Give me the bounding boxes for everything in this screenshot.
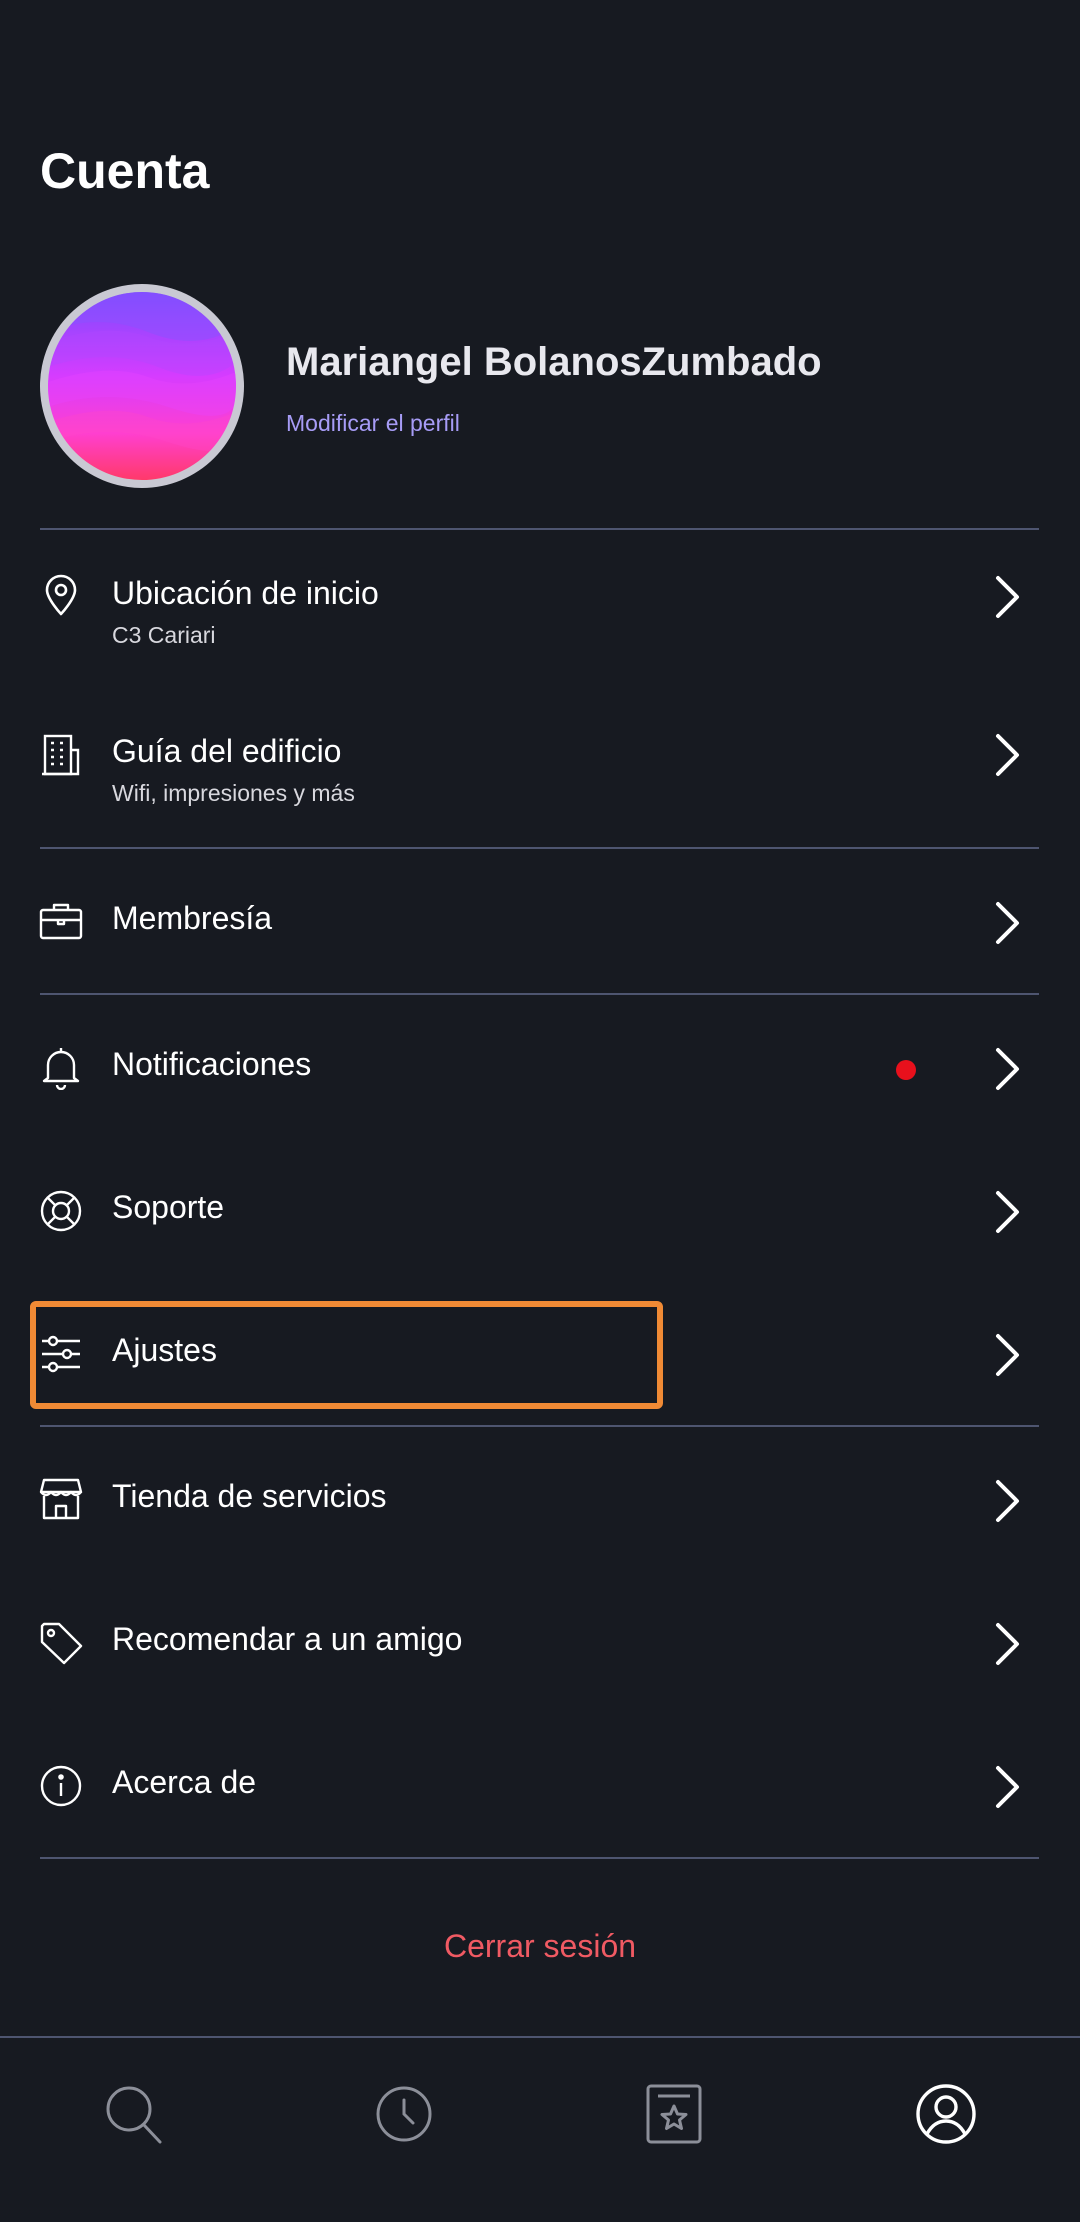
menu-item-label: Recomendar a un amigo bbox=[112, 1621, 463, 1657]
divider bbox=[40, 1425, 1039, 1427]
menu-item-home-location[interactable]: Ubicación de inicio C3 Cariari bbox=[0, 560, 1080, 660]
chevron-right-icon bbox=[988, 1044, 1028, 1094]
info-icon bbox=[38, 1763, 84, 1809]
divider bbox=[40, 847, 1039, 849]
menu-item-label: Membresía bbox=[112, 900, 273, 936]
menu-item-notifications[interactable]: Notificaciones bbox=[0, 1018, 1080, 1118]
chevron-right-icon bbox=[988, 1187, 1028, 1237]
chevron-right-icon bbox=[988, 1762, 1028, 1812]
avatar-image bbox=[48, 292, 236, 480]
menu-item-service-store[interactable]: Tienda de servicios bbox=[0, 1450, 1080, 1550]
menu-item-label: Acerca de bbox=[112, 1764, 257, 1800]
store-icon bbox=[38, 1476, 84, 1522]
profile-name: Mariangel BolanosZumbado bbox=[286, 340, 822, 384]
page-title: Cuenta bbox=[40, 143, 210, 199]
chevron-right-icon bbox=[988, 730, 1028, 780]
menu-item-label: Ajustes bbox=[112, 1332, 217, 1368]
menu-item-label: Notificaciones bbox=[112, 1046, 312, 1082]
divider bbox=[40, 1857, 1039, 1859]
search-icon[interactable] bbox=[102, 2082, 166, 2146]
tag-icon bbox=[38, 1620, 84, 1666]
location-pin-icon bbox=[38, 572, 84, 618]
bottom-nav bbox=[0, 2036, 1080, 2222]
clock-icon[interactable] bbox=[372, 2082, 436, 2146]
edit-profile-link[interactable]: Modificar el perfil bbox=[286, 410, 460, 437]
divider bbox=[40, 993, 1039, 995]
divider bbox=[40, 528, 1039, 530]
menu-item-sublabel: Wifi, impresiones y más bbox=[112, 780, 355, 806]
chevron-right-icon bbox=[988, 898, 1028, 948]
chevron-right-icon bbox=[988, 572, 1028, 622]
account-icon[interactable] bbox=[914, 2082, 978, 2146]
building-icon bbox=[38, 732, 84, 778]
notification-dot bbox=[896, 1060, 916, 1080]
lifebuoy-icon bbox=[38, 1188, 84, 1234]
menu-item-building-guide[interactable]: Guía del edificio Wifi, impresiones y má… bbox=[0, 718, 1080, 818]
menu-item-refer-friend[interactable]: Recomendar a un amigo bbox=[0, 1593, 1080, 1693]
menu-item-sublabel: C3 Cariari bbox=[112, 622, 216, 648]
menu-item-about[interactable]: Acerca de bbox=[0, 1736, 1080, 1836]
sliders-icon bbox=[38, 1331, 84, 1377]
bookmark-star-icon[interactable] bbox=[642, 2082, 706, 2146]
menu-item-support[interactable]: Soporte bbox=[0, 1161, 1080, 1261]
avatar[interactable] bbox=[40, 284, 244, 488]
chevron-right-icon bbox=[988, 1330, 1028, 1380]
menu-item-settings[interactable]: Ajustes bbox=[0, 1304, 1080, 1404]
menu-item-label: Ubicación de inicio bbox=[112, 575, 379, 611]
logout-button[interactable]: Cerrar sesión bbox=[0, 1928, 1080, 1965]
account-screen: Cuenta Mariangel BolanosZumbado Modifica… bbox=[0, 0, 1080, 2222]
briefcase-icon bbox=[38, 898, 84, 944]
menu-item-label: Soporte bbox=[112, 1189, 225, 1225]
menu-item-membership[interactable]: Membresía bbox=[0, 872, 1080, 972]
chevron-right-icon bbox=[988, 1476, 1028, 1526]
chevron-right-icon bbox=[988, 1619, 1028, 1669]
bell-icon bbox=[38, 1044, 84, 1090]
menu-item-label: Guía del edificio bbox=[112, 733, 342, 769]
menu-item-label: Tienda de servicios bbox=[112, 1478, 387, 1514]
